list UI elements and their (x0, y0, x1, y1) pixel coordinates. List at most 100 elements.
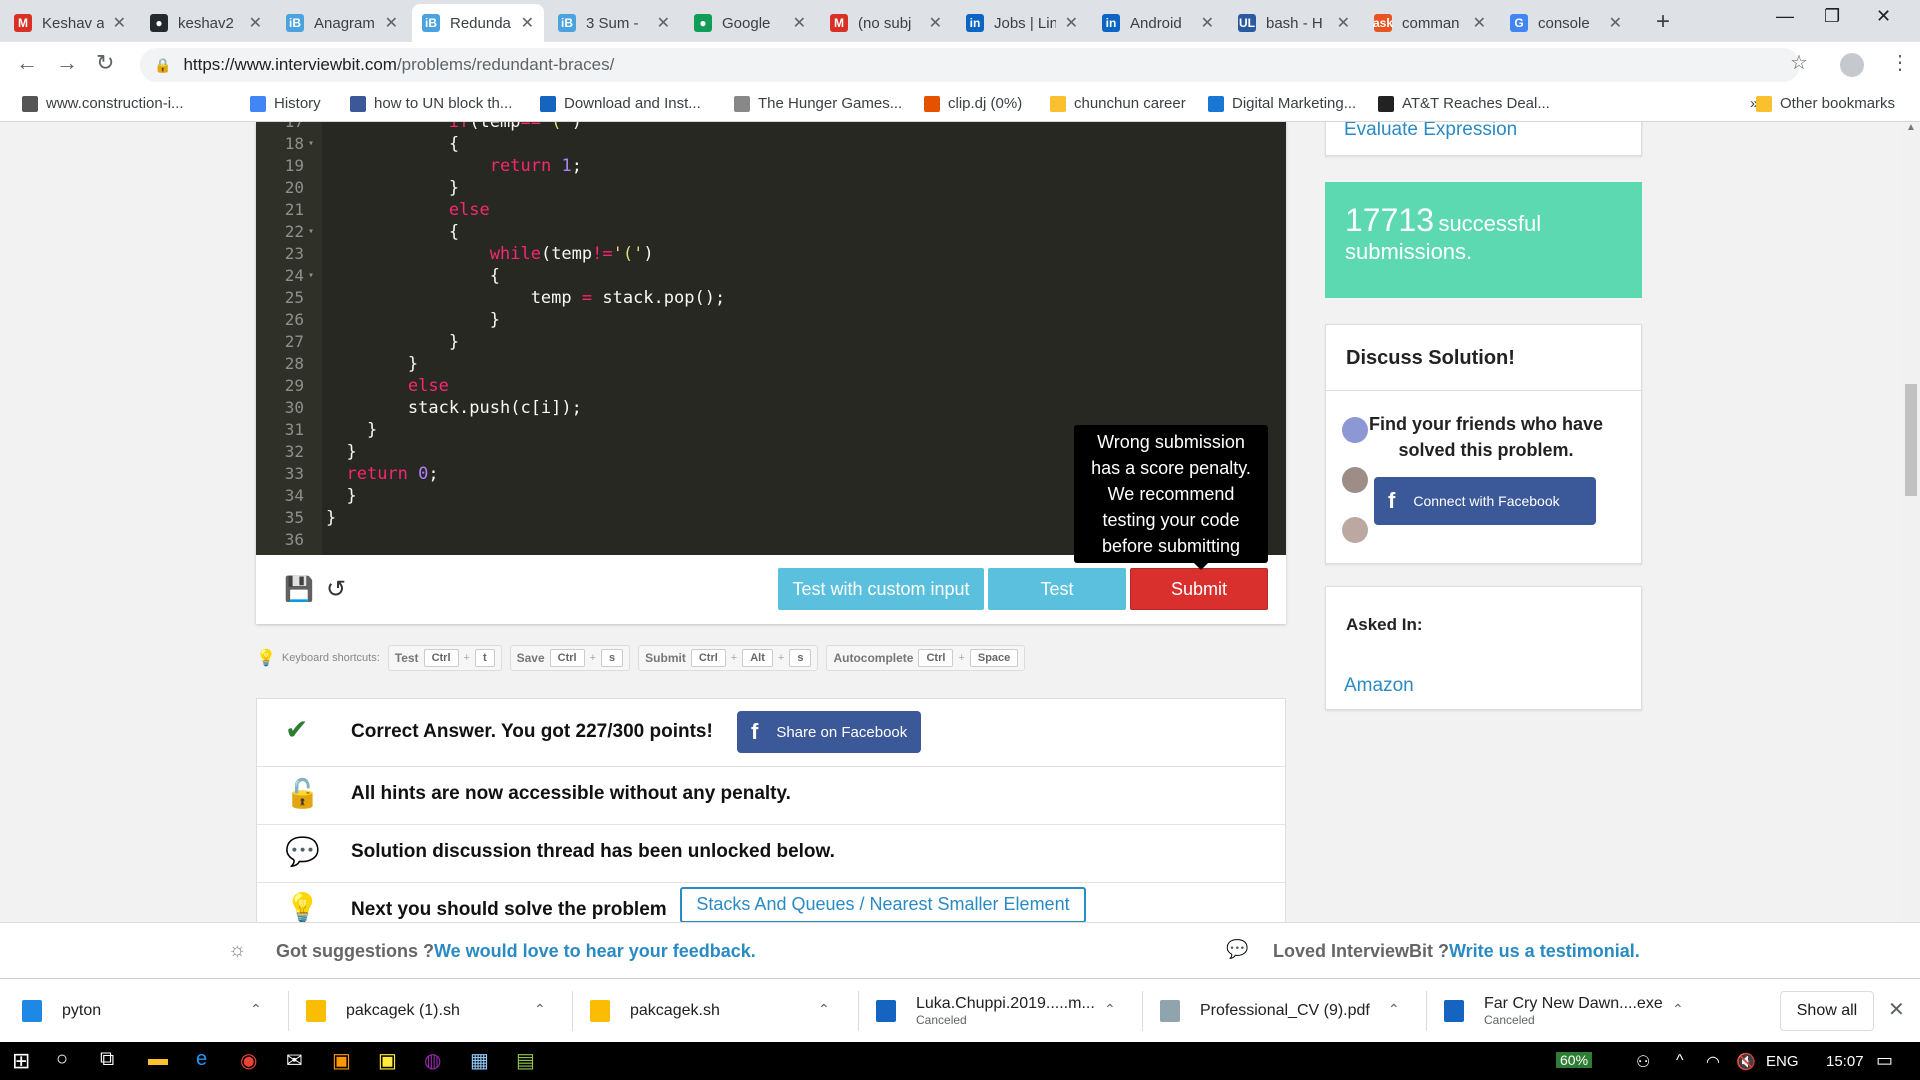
close-tab-icon[interactable]: ✕ (1201, 13, 1214, 33)
edge-icon[interactable]: e (196, 1048, 207, 1071)
close-window-icon[interactable]: ✕ (1876, 6, 1891, 27)
bookmark-star-icon[interactable]: ☆ (1790, 50, 1808, 75)
code-line[interactable]: else (326, 376, 449, 396)
download-item[interactable]: pakcagek (1).sh ⌃ (306, 979, 566, 1043)
close-tab-icon[interactable]: ✕ (657, 13, 670, 33)
code-line[interactable]: } (326, 354, 418, 374)
code-line[interactable]: temp = stack.pop(); (326, 288, 726, 308)
code-line[interactable]: } (326, 486, 356, 506)
code-line[interactable]: } (326, 442, 356, 462)
people-icon[interactable]: ⚇ (1636, 1052, 1650, 1072)
language-indicator[interactable]: ENG (1766, 1053, 1799, 1070)
browser-tab[interactable]: M (no subj ✕ (820, 4, 952, 42)
close-tab-icon[interactable]: ✕ (1473, 13, 1486, 33)
browser-tab[interactable]: UL bash - H ✕ (1228, 4, 1360, 42)
wifi-icon[interactable]: ◠ (1706, 1052, 1720, 1072)
chevron-up-icon[interactable]: ⌃ (1104, 1001, 1116, 1018)
close-tab-icon[interactable]: ✕ (521, 13, 534, 33)
new-tab-icon[interactable]: + (1656, 8, 1670, 36)
code-line[interactable]: } (326, 332, 459, 352)
download-item[interactable]: Luka.Chuppi.2019.....m... Canceled ⌃ (876, 979, 1136, 1043)
app-icon[interactable]: ▣ (378, 1048, 397, 1073)
code-line[interactable]: else (326, 200, 490, 220)
chevron-up-icon[interactable]: ⌃ (818, 1001, 830, 1018)
browser-tab[interactable]: in Jobs | Lin ✕ (956, 4, 1088, 42)
bookmark-item[interactable]: how to UN block th... (350, 95, 512, 112)
chevron-up-icon[interactable]: ⌃ (1388, 1001, 1400, 1018)
bookmark-item[interactable]: clip.dj (0%) (924, 95, 1022, 112)
browser-tab[interactable]: ● Google ✕ (684, 4, 816, 42)
battery-indicator[interactable]: 60% (1556, 1052, 1593, 1068)
reload-icon[interactable]: ↻ (96, 50, 114, 76)
test-button[interactable]: Test (988, 568, 1126, 610)
download-item[interactable]: pyton ⌃ (22, 979, 282, 1043)
bookmark-item[interactable]: chunchun career (1050, 95, 1186, 112)
browser-tab[interactable]: iB Redunda ✕ (412, 4, 544, 42)
code-line[interactable]: if(temp=='(') (326, 122, 582, 132)
close-downloads-icon[interactable]: ✕ (1888, 997, 1905, 1022)
close-tab-icon[interactable]: ✕ (929, 13, 942, 33)
next-problem-button[interactable]: Stacks And Queues / Nearest Smaller Elem… (680, 887, 1086, 922)
code-line[interactable]: return 0; (326, 464, 438, 484)
close-tab-icon[interactable]: ✕ (249, 13, 262, 33)
address-bar[interactable]: 🔒 https://www.interviewbit.com/problems/… (140, 48, 1800, 82)
other-bookmarks[interactable]: Other bookmarks (1756, 95, 1895, 112)
page-scrollbar[interactable]: ▲ ▼ (1902, 122, 1920, 978)
browser-tab[interactable]: M Keshav a ✕ (4, 4, 136, 42)
code-line[interactable]: { (326, 266, 500, 286)
code-line[interactable]: { (326, 222, 459, 242)
share-facebook-button[interactable]: f Share on Facebook (737, 711, 921, 753)
download-item[interactable]: pakcagek.sh ⌃ (590, 979, 850, 1043)
bookmark-item[interactable]: www.construction-i... (22, 95, 184, 112)
mail-icon[interactable]: ✉ (286, 1048, 303, 1073)
app-icon[interactable]: ◍ (424, 1048, 441, 1073)
browser-tab[interactable]: Gconsole ✕ (1500, 4, 1632, 42)
reset-icon[interactable]: ↺ (326, 575, 346, 604)
close-tab-icon[interactable]: ✕ (1609, 13, 1622, 33)
bookmark-item[interactable]: Digital Marketing... (1208, 95, 1356, 112)
chrome-icon[interactable]: ◉ (240, 1048, 257, 1073)
forward-icon[interactable]: → (56, 50, 78, 76)
bookmark-item[interactable]: The Hunger Games... (734, 95, 902, 112)
notepad-icon[interactable]: ▤ (516, 1048, 535, 1073)
close-tab-icon[interactable]: ✕ (1337, 13, 1350, 33)
connect-facebook-button[interactable]: f Connect with Facebook (1374, 477, 1596, 525)
evaluate-expression-link[interactable]: Evaluate Expression (1344, 122, 1517, 141)
browser-tab[interactable]: ask comman ✕ (1364, 4, 1496, 42)
browser-tab[interactable]: ● keshav2 ✕ (140, 4, 272, 42)
code-line[interactable]: } (326, 178, 459, 198)
profile-avatar[interactable] (1840, 53, 1864, 77)
browser-tab[interactable]: in Android ✕ (1092, 4, 1224, 42)
browser-tab[interactable]: iB Anagram ✕ (276, 4, 408, 42)
fold-toggle-icon[interactable]: ▾ (308, 138, 314, 149)
fold-toggle-icon[interactable]: ▾ (308, 226, 314, 237)
code-line[interactable]: stack.push(c[i]); (326, 398, 582, 418)
bookmark-item[interactable]: Download and Inst... (540, 95, 701, 112)
sublime-icon[interactable]: ▣ (332, 1048, 351, 1073)
code-line[interactable]: } (326, 420, 377, 440)
code-line[interactable]: } (326, 508, 336, 528)
cortana-icon[interactable]: ○ (56, 1048, 68, 1071)
bookmark-item[interactable]: AT&T Reaches Deal... (1378, 95, 1550, 112)
maximize-icon[interactable]: ❐ (1824, 6, 1840, 27)
tray-chevron-icon[interactable]: ^ (1676, 1052, 1684, 1070)
test-custom-input-button[interactable]: Test with custom input (778, 568, 984, 610)
browser-tab[interactable]: iB 3 Sum - ✕ (548, 4, 680, 42)
volume-muted-icon[interactable]: 🔇 (1736, 1052, 1756, 1072)
testimonial-link[interactable]: Write us a testimonial. (1449, 941, 1640, 962)
code-line[interactable]: } (326, 310, 500, 330)
fold-toggle-icon[interactable]: ▾ (308, 270, 314, 281)
task-view-icon[interactable]: ⧉ (100, 1048, 114, 1071)
clock[interactable]: 15:07 (1826, 1053, 1864, 1070)
code-line[interactable]: { (326, 134, 459, 154)
show-all-button[interactable]: Show all (1780, 991, 1874, 1031)
chevron-up-icon[interactable]: ⌃ (250, 1001, 262, 1018)
bookmark-item[interactable]: History (250, 95, 321, 112)
code-line[interactable]: return 1; (326, 156, 582, 176)
scrollbar-thumb[interactable] (1905, 384, 1917, 496)
close-tab-icon[interactable]: ✕ (113, 13, 126, 33)
code-line[interactable]: while(temp!='(') (326, 244, 654, 264)
chevron-up-icon[interactable]: ⌃ (534, 1001, 546, 1018)
download-item[interactable]: Far Cry New Dawn....exe Canceled ⌃ (1444, 979, 1704, 1043)
close-tab-icon[interactable]: ✕ (385, 13, 398, 33)
